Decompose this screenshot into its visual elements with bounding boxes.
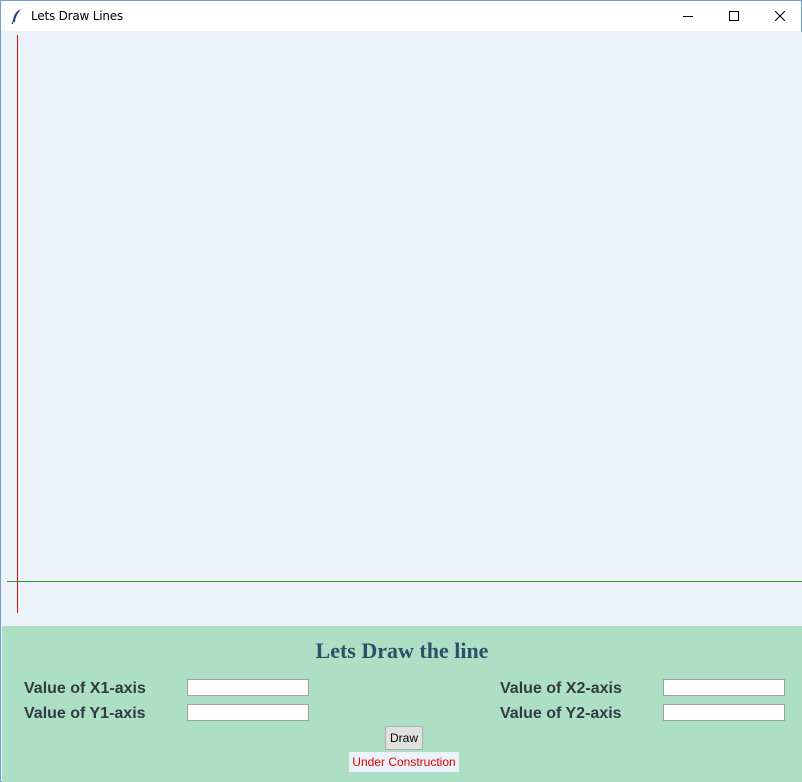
status-label: Under Construction — [349, 752, 459, 772]
window-title: Lets Draw Lines — [31, 9, 124, 23]
y1-label: Value of Y1-axis — [24, 705, 146, 722]
x1-label: Value of X1-axis — [24, 680, 146, 697]
y-axis-line — [17, 35, 18, 613]
x1-input[interactable] — [187, 679, 309, 696]
minimize-icon — [683, 16, 693, 17]
y1-input[interactable] — [187, 704, 309, 721]
minimize-button[interactable] — [665, 1, 711, 31]
y2-label: Value of Y2-axis — [500, 705, 622, 722]
x2-label: Value of X2-axis — [500, 680, 622, 697]
y2-input[interactable] — [663, 704, 785, 721]
x2-input[interactable] — [663, 679, 785, 696]
x-axis-line — [7, 581, 802, 582]
close-button[interactable] — [757, 1, 802, 31]
drawing-canvas[interactable] — [2, 32, 802, 626]
input-panel: Lets Draw the line Value of X1-axis Valu… — [2, 626, 802, 782]
maximize-button[interactable] — [711, 1, 757, 31]
draw-button[interactable]: Draw — [385, 726, 423, 750]
close-icon — [775, 11, 785, 21]
panel-heading: Lets Draw the line — [315, 638, 489, 663]
app-window: Lets Draw Lines Lets Draw the line Value… — [0, 0, 802, 782]
maximize-icon — [729, 11, 739, 21]
title-bar[interactable]: Lets Draw Lines — [1, 1, 801, 31]
feather-icon — [10, 8, 24, 25]
